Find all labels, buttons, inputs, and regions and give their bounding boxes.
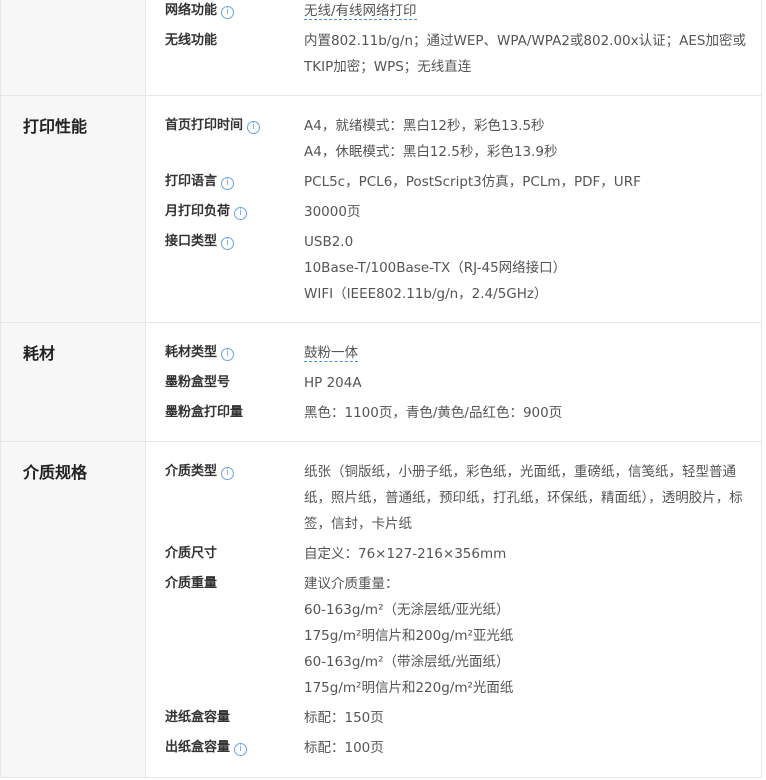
spec-value: 纸张（铜版纸，小册子纸，彩色纸，光面纸，重磅纸，信笺纸，轻型普通纸，照片纸，普通…	[304, 464, 743, 532]
spec-value: HP 204A	[304, 375, 362, 391]
spec-label: 出纸盒容量	[165, 740, 231, 755]
spec-row-media-size: 介质尺寸 自定义：76×127-216×356mm	[165, 541, 761, 567]
spec-row-print-language: 打印语言 i PCL5c，PCL6，PostScript3仿真，PCLm，PDF，…	[165, 169, 761, 195]
info-icon[interactable]: i	[221, 6, 235, 19]
spec-row-media-type: 介质类型 i 纸张（铜版纸，小册子纸，彩色纸，光面纸，重磅纸，信笺纸，轻型普通纸，…	[165, 459, 761, 537]
spec-table: 网络功能 i 无线/有线网络打印 无线功能 内置802.11b/g/n；通过WEP…	[0, 0, 762, 778]
info-icon[interactable]: i	[221, 177, 235, 190]
spec-value: 标配：150页	[304, 710, 384, 726]
value-line: 60-163g/m²（无涂层纸/亚光纸）	[304, 602, 510, 618]
spec-value: 30000页	[304, 204, 361, 220]
value-line: 60-163g/m²（带涂层纸/光面纸）	[304, 654, 510, 670]
spec-section-print-performance: 打印性能 首页打印时间 i A4，就绪模式：黑白12秒，彩色13.5秒 A4，休眠…	[1, 96, 761, 323]
info-icon[interactable]: i	[221, 348, 235, 361]
spec-value: 黑色：1100页，青色/黄色/品红色：900页	[304, 405, 563, 421]
value-line: A4，就绪模式：黑白12秒，彩色13.5秒	[304, 118, 545, 134]
category-label: 打印性能	[1, 96, 146, 322]
spec-section-media: 介质规格 介质类型 i 纸张（铜版纸，小册子纸，彩色纸，光面纸，重磅纸，信笺纸，轻…	[1, 442, 761, 778]
spec-row-input-tray: 进纸盒容量 标配：150页	[165, 705, 761, 731]
spec-label: 网络功能	[165, 3, 218, 18]
spec-label: 墨粉盒型号	[165, 375, 231, 390]
spec-row-network-function: 网络功能 i 无线/有线网络打印	[165, 0, 761, 24]
spec-label: 介质尺寸	[165, 546, 218, 561]
category-label	[1, 0, 146, 95]
spec-row-consumable-type: 耗材类型 i 鼓粉一体	[165, 340, 761, 366]
value-line: WIFI（IEEE802.11b/g/n，2.4/5GHz）	[304, 286, 548, 302]
spec-section-consumables: 耗材 耗材类型 i 鼓粉一体 墨粉盒型号 HP 204A 墨粉盒打印量 黑色：11…	[1, 323, 761, 442]
spec-value: A4，就绪模式：黑白12秒，彩色13.5秒 A4，休眠模式：黑白12.5秒，彩色…	[304, 113, 761, 165]
spec-row-cartridge-yield: 墨粉盒打印量 黑色：1100页，青色/黄色/品红色：900页	[165, 400, 761, 426]
category-label: 耗材	[1, 323, 146, 441]
spec-value: 自定义：76×127-216×356mm	[304, 546, 507, 562]
spec-rows: 耗材类型 i 鼓粉一体 墨粉盒型号 HP 204A 墨粉盒打印量 黑色：1100页…	[146, 323, 761, 441]
spec-label: 进纸盒容量	[165, 710, 231, 725]
spec-value: 鼓粉一体	[304, 340, 761, 366]
spec-row-wireless-function: 无线功能 内置802.11b/g/n；通过WEP、WPA/WPA2或802.00…	[165, 28, 761, 80]
spec-label: 介质类型	[165, 464, 218, 479]
glossary-link[interactable]: 无线/有线网络打印	[304, 3, 417, 20]
spec-value: 标配：100页	[304, 740, 384, 756]
spec-row-cartridge-model: 墨粉盒型号 HP 204A	[165, 370, 761, 396]
info-icon[interactable]: i	[221, 237, 235, 250]
spec-row-monthly-duty: 月打印负荷 i 30000页	[165, 199, 761, 225]
spec-value: PCL5c，PCL6，PostScript3仿真，PCLm，PDF，URF	[304, 174, 641, 190]
spec-rows: 介质类型 i 纸张（铜版纸，小册子纸，彩色纸，光面纸，重磅纸，信笺纸，轻型普通纸，…	[146, 442, 761, 777]
spec-label: 无线功能	[165, 33, 218, 48]
spec-label: 打印语言	[165, 174, 218, 189]
category-label: 介质规格	[1, 442, 146, 777]
glossary-link[interactable]: 鼓粉一体	[304, 345, 358, 362]
spec-label: 月打印负荷	[165, 204, 231, 219]
value-line: 175g/m²明信片和200g/m²亚光纸	[304, 628, 514, 644]
spec-value: 无线/有线网络打印	[304, 0, 761, 24]
spec-rows: 首页打印时间 i A4，就绪模式：黑白12秒，彩色13.5秒 A4，休眠模式：黑白…	[146, 96, 761, 322]
value-line: 175g/m²明信片和220g/m²光面纸	[304, 680, 514, 696]
value-line: USB2.0	[304, 234, 354, 250]
spec-row-interface: 接口类型 i USB2.0 10Base-T/100Base-TX（RJ-45网络…	[165, 229, 761, 307]
spec-label: 耗材类型	[165, 345, 218, 360]
value-line: A4，休眠模式：黑白12.5秒，彩色13.9秒	[304, 144, 558, 160]
spec-row-first-page-time: 首页打印时间 i A4，就绪模式：黑白12秒，彩色13.5秒 A4，休眠模式：黑白…	[165, 113, 761, 165]
spec-label: 墨粉盒打印量	[165, 405, 244, 420]
spec-label: 介质重量	[165, 576, 218, 591]
value-line: 建议介质重量：	[304, 576, 399, 592]
spec-value: 建议介质重量： 60-163g/m²（无涂层纸/亚光纸） 175g/m²明信片和…	[304, 571, 761, 701]
info-icon[interactable]: i	[247, 121, 261, 134]
info-icon[interactable]: i	[234, 207, 248, 220]
info-icon[interactable]: i	[221, 467, 235, 480]
spec-value: USB2.0 10Base-T/100Base-TX（RJ-45网络接口） WI…	[304, 229, 761, 307]
spec-rows: 网络功能 i 无线/有线网络打印 无线功能 内置802.11b/g/n；通过WEP…	[146, 0, 761, 95]
value-line: 10Base-T/100Base-TX（RJ-45网络接口）	[304, 260, 567, 276]
spec-section-network: 网络功能 i 无线/有线网络打印 无线功能 内置802.11b/g/n；通过WEP…	[1, 0, 761, 96]
spec-row-output-tray: 出纸盒容量 i 标配：100页	[165, 735, 761, 761]
spec-label: 接口类型	[165, 234, 218, 249]
info-icon[interactable]: i	[234, 743, 248, 756]
spec-label: 首页打印时间	[165, 118, 244, 133]
spec-value: 内置802.11b/g/n；通过WEP、WPA/WPA2或802.00x认证；A…	[304, 33, 746, 75]
spec-row-media-weight: 介质重量 建议介质重量： 60-163g/m²（无涂层纸/亚光纸） 175g/m…	[165, 571, 761, 701]
